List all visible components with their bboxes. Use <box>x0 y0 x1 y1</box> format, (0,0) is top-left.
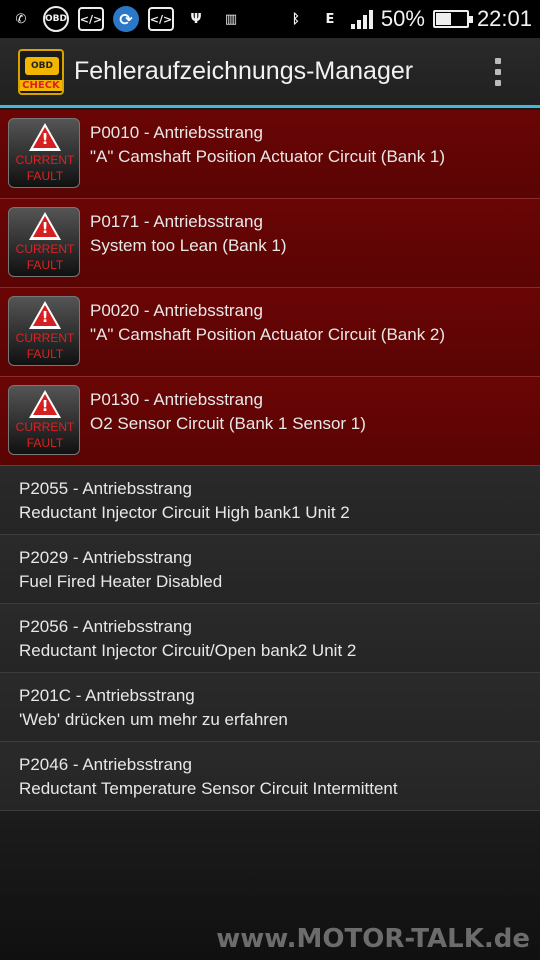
barcode-icon: ▥ <box>224 11 238 27</box>
current-fault-icon: ! CURRENT FAULT <box>8 385 80 455</box>
fault-code: P2046 - Antriebsstrang <box>19 755 192 774</box>
badge-line1: CURRENT <box>15 420 75 434</box>
history-fault-row[interactable]: P2029 - Antriebsstrang Fuel Fired Heater… <box>0 535 540 604</box>
current-fault-icon: ! CURRENT FAULT <box>8 207 80 277</box>
empty-area: www.MOTOR-TALK.de <box>0 811 540 960</box>
current-fault-icon: ! CURRENT FAULT <box>8 296 80 366</box>
clock: 22:01 <box>476 6 532 31</box>
fault-code: P2055 - Antriebsstrang <box>19 479 192 498</box>
fault-description: Reductant Injector Circuit/Open bank2 Un… <box>19 641 357 660</box>
fault-code: P2029 - Antriebsstrang <box>19 548 192 567</box>
current-fault-icon: ! CURRENT FAULT <box>8 118 80 188</box>
history-fault-row[interactable]: P2046 - Antriebsstrang Reductant Tempera… <box>0 742 540 811</box>
badge-line1: CURRENT <box>15 331 75 345</box>
current-fault-row[interactable]: ! CURRENT FAULT P0130 - Antriebsstrang O… <box>0 377 540 466</box>
current-fault-list: ! CURRENT FAULT P0010 - Antriebsstrang "… <box>0 110 540 466</box>
fault-code: P0130 - Antriebsstrang <box>90 390 263 409</box>
battery-charging-icon <box>432 10 473 28</box>
bluetooth-icon: ᛒ <box>291 11 300 27</box>
system-icons: ᛒ E 50% 22:01 <box>283 6 532 32</box>
notification-icons: ✆ OBD </> ⟳ </> Ψ ▥ <box>8 6 244 32</box>
fault-list: ! CURRENT FAULT P0010 - Antriebsstrang "… <box>0 110 540 811</box>
fault-description: O2 Sensor Circuit (Bank 1 Sensor 1) <box>90 414 366 433</box>
obd-icon: OBD <box>43 6 69 32</box>
fault-code: P2056 - Antriebsstrang <box>19 617 192 636</box>
app-logo-icon[interactable]: OBD CHECK <box>18 48 64 95</box>
fault-code: P0171 - Antriebsstrang <box>90 212 263 231</box>
page-title: Fehleraufzeichnungs-Manager <box>74 57 414 85</box>
fault-description: Reductant Temperature Sensor Circuit Int… <box>19 779 398 798</box>
fault-code: P201C - Antriebsstrang <box>19 686 195 705</box>
data-e-icon: E <box>325 11 335 27</box>
status-bar: ✆ OBD </> ⟳ </> Ψ ▥ ᛒ E 50% 22:01 <box>0 0 540 38</box>
fault-description: "A" Camshaft Position Actuator Circuit (… <box>90 325 446 344</box>
history-fault-row[interactable]: P2056 - Antriebsstrang Reductant Injecto… <box>0 604 540 673</box>
fault-description: Reductant Injector Circuit High bank1 Un… <box>19 503 350 522</box>
code-icon: </> <box>148 7 174 31</box>
action-bar: OBD CHECK Fehleraufzeichnungs-Manager <box>0 38 540 108</box>
overflow-menu-icon[interactable] <box>478 52 518 92</box>
badge-line1: CURRENT <box>15 242 75 256</box>
code-icon: </> <box>78 7 104 31</box>
fault-description: System too Lean (Bank 1) <box>90 236 287 255</box>
whatsapp-icon: ✆ <box>15 11 27 27</box>
current-fault-row[interactable]: ! CURRENT FAULT P0171 - Antriebsstrang S… <box>0 199 540 288</box>
history-fault-row[interactable]: P201C - Antriebsstrang 'Web' drücken um … <box>0 673 540 742</box>
current-fault-row[interactable]: ! CURRENT FAULT P0020 - Antriebsstrang "… <box>0 288 540 377</box>
sync-icon: ⟳ <box>113 6 139 32</box>
fault-code: P0010 - Antriebsstrang <box>90 123 263 142</box>
history-fault-row[interactable]: P2055 - Antriebsstrang Reductant Injecto… <box>0 466 540 535</box>
fault-code: P0020 - Antriebsstrang <box>90 301 263 320</box>
watermark: www.MOTOR-TALK.de <box>216 924 530 954</box>
logo-top-label: OBD <box>25 56 59 75</box>
signal-icon <box>350 9 373 29</box>
badge-line2: FAULT <box>26 258 64 272</box>
badge-line1: CURRENT <box>15 153 75 167</box>
logo-bottom-label: CHECK <box>20 79 62 91</box>
fault-description: 'Web' drücken um mehr zu erfahren <box>19 710 288 729</box>
badge-line2: FAULT <box>26 347 64 361</box>
current-fault-row[interactable]: ! CURRENT FAULT P0010 - Antriebsstrang "… <box>0 110 540 199</box>
fault-description: Fuel Fired Heater Disabled <box>19 572 223 591</box>
usb-icon: Ψ <box>190 11 202 27</box>
battery-percent: 50% <box>380 6 425 31</box>
badge-line2: FAULT <box>26 169 64 183</box>
fault-description: "A" Camshaft Position Actuator Circuit (… <box>90 147 446 166</box>
history-fault-list: P2055 - Antriebsstrang Reductant Injecto… <box>0 466 540 811</box>
badge-line2: FAULT <box>26 436 64 450</box>
